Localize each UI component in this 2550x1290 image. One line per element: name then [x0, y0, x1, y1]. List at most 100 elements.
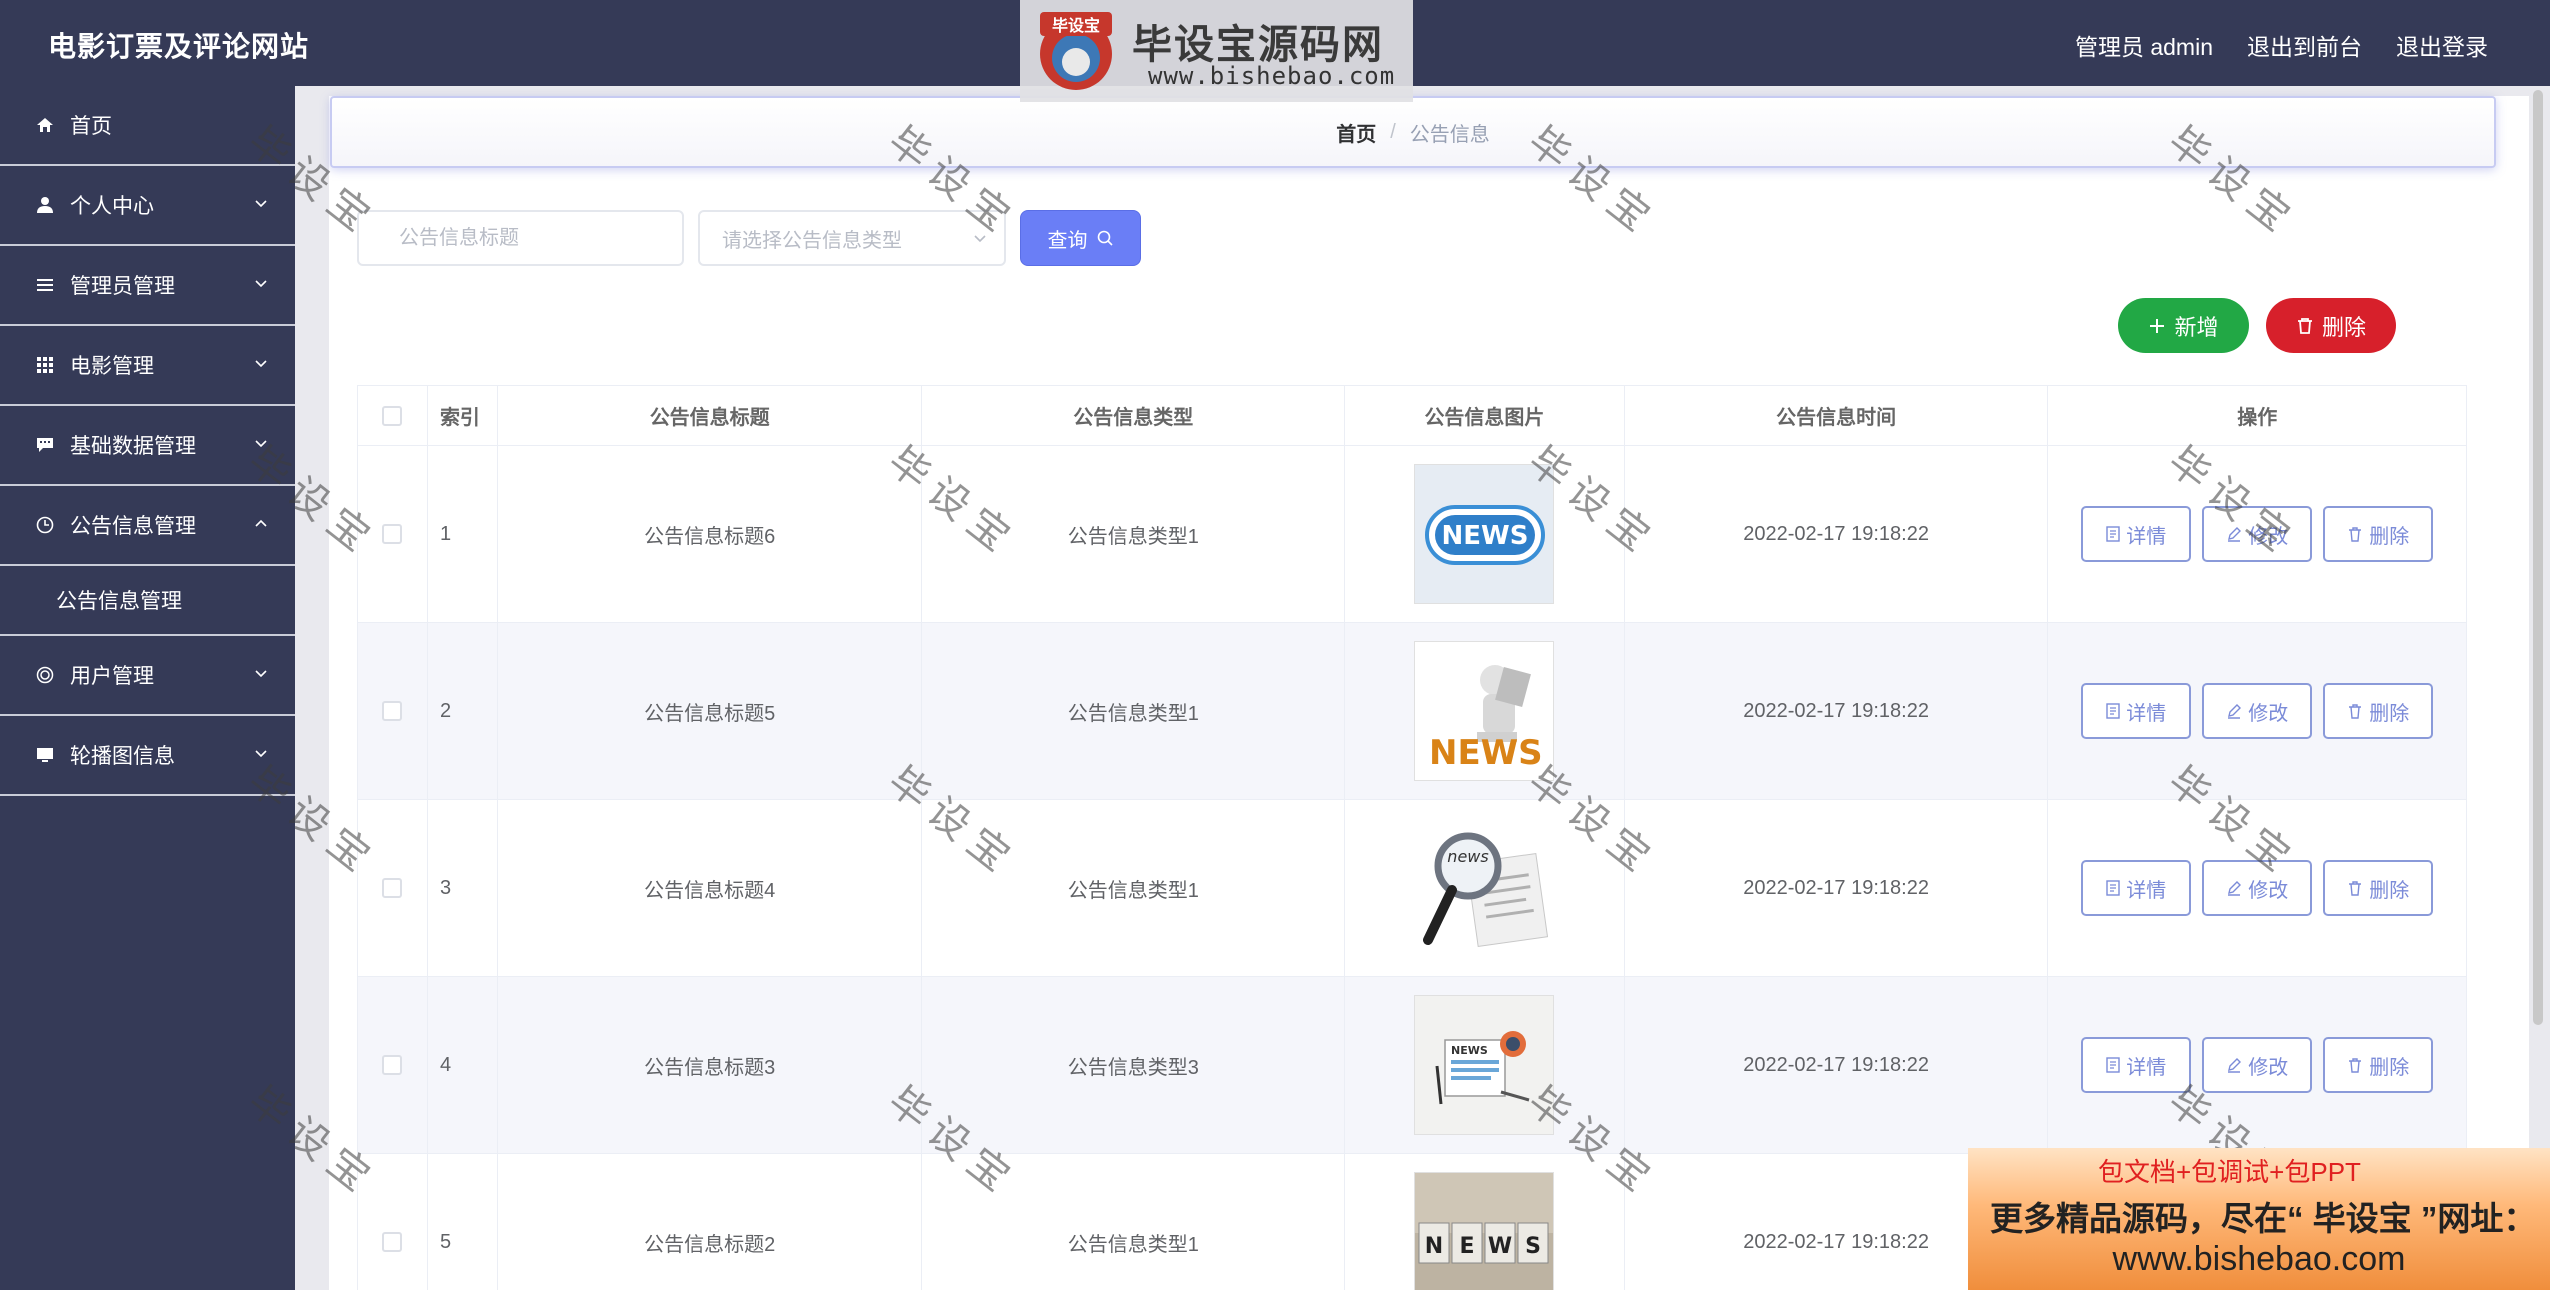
breadcrumb: 首页 / 公告信息	[330, 96, 2496, 168]
delete-label: 删除	[2369, 879, 2410, 902]
chevron-up-icon	[255, 519, 267, 527]
row-checkbox[interactable]	[382, 701, 403, 721]
svg-text:S: S	[1526, 1234, 1542, 1259]
row-checkbox[interactable]	[382, 524, 403, 544]
delete-button[interactable]: 删除	[2323, 683, 2434, 739]
sidebar-item-users[interactable]: 用户管理	[0, 636, 295, 716]
row-title: 公告信息标题4	[498, 800, 923, 976]
chat-icon	[34, 434, 56, 456]
delete-label: 删除	[2369, 702, 2410, 725]
row-index: 5	[428, 1154, 498, 1290]
row-select-cell	[358, 446, 428, 622]
row-checkbox[interactable]	[382, 1055, 403, 1075]
row-type: 公告信息类型3	[922, 977, 1346, 1153]
back-to-front-link[interactable]: 退出到前台	[2247, 28, 2362, 62]
row-actions: 详情 修改 删除	[2048, 446, 2466, 622]
sidebar-item-notices[interactable]: 公告信息管理	[0, 486, 295, 566]
chevron-down-icon	[255, 360, 267, 368]
trash-icon	[2349, 1058, 2362, 1073]
list-icon	[34, 274, 56, 296]
sidebar-item-admin[interactable]: 管理员管理	[0, 246, 295, 326]
detail-label: 详情	[2126, 702, 2167, 725]
delete-label: 删除	[2369, 525, 2410, 548]
sidebar-item-profile[interactable]: 个人中心	[0, 166, 295, 246]
delete-button[interactable]: 删除	[2323, 506, 2434, 562]
chevron-down-icon	[255, 670, 267, 678]
row-type: 公告信息类型1	[922, 1154, 1346, 1290]
watermark-logo-banner: 毕设宝 毕设宝源码网 www.bishebao.com	[1020, 0, 1413, 102]
select-all-cell	[358, 386, 428, 445]
query-button-label: 查询	[1047, 229, 1088, 252]
detail-label: 详情	[2126, 1056, 2167, 1079]
table-row: 2 公告信息标题5 公告信息类型1 NEWS 2022-02-17 19:18:…	[358, 623, 2466, 800]
svg-text:E: E	[1460, 1234, 1475, 1259]
edit-icon	[2228, 704, 2242, 719]
add-button[interactable]: 新增	[2118, 298, 2249, 353]
promo-banner[interactable]: 包文档+包调试+包PPT 更多精品源码，尽在“ 毕设宝 ”网址： www.bis…	[1968, 1148, 2550, 1290]
row-actions: 详情 修改 删除	[2048, 977, 2466, 1153]
sidebar-item-home[interactable]: 首页	[0, 86, 295, 166]
detail-button[interactable]: 详情	[2081, 683, 2192, 739]
edit-button[interactable]: 修改	[2202, 683, 2313, 739]
news-cubes-image: NEWS	[1414, 1172, 1555, 1290]
edit-button[interactable]: 修改	[2202, 1037, 2313, 1093]
delete-button[interactable]: 删除	[2323, 1037, 2434, 1093]
edit-button[interactable]: 修改	[2202, 506, 2313, 562]
sidebar-item-label: 首页	[70, 115, 112, 138]
detail-button[interactable]: 详情	[2081, 506, 2192, 562]
sidebar-item-carousel[interactable]: 轮播图信息	[0, 716, 295, 796]
select-all-checkbox[interactable]	[382, 405, 403, 426]
col-actions: 操作	[2237, 407, 2278, 429]
sidebar-item-movies[interactable]: 电影管理	[0, 326, 295, 406]
trash-icon	[2297, 317, 2312, 334]
plus-icon	[2150, 318, 2165, 333]
breadcrumb-home[interactable]: 首页	[1336, 118, 1376, 147]
edit-label: 修改	[2248, 525, 2289, 548]
add-button-label: 新增	[2174, 314, 2219, 340]
table-row: 1 公告信息标题6 公告信息类型1 NEWS 2022-02-17 19:18:…	[358, 446, 2466, 623]
batch-delete-button-label: 删除	[2321, 314, 2366, 340]
row-actions: 详情 修改 删除	[2048, 623, 2466, 799]
notice-title-search-input[interactable]	[357, 210, 684, 266]
row-select-cell	[358, 1154, 428, 1290]
table-header: 索引 公告信息标题 公告信息类型 公告信息图片 公告信息时间 操作	[358, 386, 2466, 446]
home-icon	[34, 114, 56, 136]
svg-text:news: news	[1448, 847, 1489, 866]
row-select-cell	[358, 800, 428, 976]
row-actions: 详情 修改 删除	[2048, 800, 2466, 976]
trash-icon	[2349, 704, 2362, 719]
query-button[interactable]: 查询	[1020, 210, 1141, 266]
notice-type-select[interactable]: 请选择公告信息类型	[698, 210, 1006, 266]
sidebar-item-label: 电影管理	[70, 355, 154, 378]
notice-type-select-placeholder: 请选择公告信息类型	[722, 229, 902, 252]
detail-button[interactable]: 详情	[2081, 860, 2192, 916]
edit-button[interactable]: 修改	[2202, 860, 2313, 916]
chevron-down-icon	[255, 280, 267, 288]
sidebar-item-label: 基础数据管理	[70, 435, 196, 458]
row-checkbox[interactable]	[382, 1232, 403, 1252]
news-reader-image: NEWS	[1414, 641, 1555, 781]
delete-button[interactable]: 删除	[2323, 860, 2434, 916]
sidebar-subitem-notice-management[interactable]: 公告信息管理	[0, 566, 295, 636]
svg-text:NEWS: NEWS	[1442, 521, 1529, 551]
vertical-scrollbar[interactable]	[2533, 90, 2543, 1025]
row-image-cell: NEWS	[1345, 446, 1625, 622]
row-time: 2022-02-17 19:18:22	[1625, 446, 2049, 622]
batch-delete-button[interactable]: 删除	[2266, 298, 2396, 353]
document-icon	[2106, 703, 2120, 719]
row-title: 公告信息标题5	[498, 623, 923, 799]
chevron-down-icon	[255, 200, 267, 208]
row-select-cell	[358, 977, 428, 1153]
sidebar-item-label: 公告信息管理	[70, 515, 196, 538]
svg-text:NEWS: NEWS	[1429, 733, 1543, 773]
chevron-down-icon	[974, 235, 986, 243]
col-image: 公告信息图片	[1345, 386, 1625, 445]
detail-button[interactable]: 详情	[2081, 1037, 2192, 1093]
logout-link[interactable]: 退出登录	[2396, 28, 2488, 62]
row-title: 公告信息标题3	[498, 977, 923, 1153]
row-checkbox[interactable]	[382, 878, 403, 898]
sidebar-item-label: 管理员管理	[70, 275, 175, 298]
svg-text:N: N	[1425, 1234, 1443, 1259]
col-index: 索引	[428, 386, 498, 445]
sidebar-item-basedata[interactable]: 基础数据管理	[0, 406, 295, 486]
